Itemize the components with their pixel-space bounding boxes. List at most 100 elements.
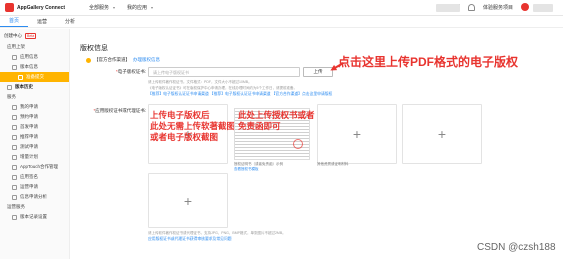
request-icon (12, 104, 17, 110)
app-info-icon (12, 54, 17, 60)
all-services-menu[interactable]: 全部服务 ▾ (89, 4, 115, 11)
upload-slot-3[interactable]: + (317, 104, 397, 164)
tab-operations[interactable]: 运营 (28, 18, 56, 27)
submit-icon (18, 74, 23, 80)
sidebar-item-label: 应用签名 (20, 174, 38, 179)
cert-hint-2: 《电子版权认证证书》可在版权保护中心申请办理，在线办理时间约为5个工作日，请提前… (148, 86, 297, 90)
test-icon (12, 144, 17, 150)
avatar[interactable] (521, 3, 529, 11)
cert-hint-links[interactable]: 【推荐】电子版权认证证书申请渠道 【推荐】电子版权认证证书申请渠道 【官方合作渠… (148, 92, 332, 97)
sidebar-item-recommend[interactable]: 推荐申请 (0, 132, 69, 142)
sidebar-item-first-launch[interactable]: 首发申请 (0, 122, 69, 132)
sidebar-item-label: 应用信息 (20, 54, 38, 59)
brand-logo[interactable]: AppGallery Connect (5, 3, 67, 12)
version-icon (12, 64, 17, 70)
info-dot-icon (86, 57, 91, 63)
cert-hint-1: 请上传软件著作权证书。文件格式：PDF，文件大小不超过10MB。 (148, 80, 252, 84)
sidebar-group-label: 创建中心 (4, 33, 22, 38)
apply-copyright-link[interactable]: 办理版权信息 (133, 57, 160, 63)
sidebar-item-operations[interactable]: 运营申请 (0, 182, 69, 192)
chevron-down-icon: ▾ (151, 5, 154, 10)
sidebar-item-version-history[interactable]: 版本历史 (0, 82, 69, 92)
sidebar-section-app[interactable]: 应用上架 (0, 42, 69, 52)
sidebar-item-info-analysis[interactable]: 信息申请分析 (0, 192, 69, 202)
sidebar-item-app-signing[interactable]: 应用签名 (0, 172, 69, 182)
sidebar-item-version-settings[interactable]: 版本记录设置 (0, 212, 69, 222)
plus-icon: + (183, 192, 193, 209)
star-icon (12, 134, 17, 140)
redacted-block (436, 4, 460, 12)
upload-slot-5[interactable]: + (148, 173, 228, 228)
sidebar-item-increment[interactable]: 增量计划 (0, 152, 69, 162)
huawei-logo-icon (5, 3, 14, 12)
sidebar-item-label: 准备提交 (26, 74, 44, 79)
sidebar-item-label: AppTouch合作管理 (20, 164, 59, 169)
tab-bar: 首页 运营 分析 (0, 16, 563, 28)
sidebar-item-prepare-submit[interactable]: 准备提交 (0, 72, 69, 82)
slot-3-caption: 其他资质或证明材料 (317, 162, 349, 166)
sidebar-section-label: 应用上架 (7, 44, 25, 49)
official-channel-row: 【官方合作渠道】 办理版权信息 (86, 57, 160, 63)
sidebar-item-app-info[interactable]: 应用信息 (0, 52, 69, 62)
sidebar-item-label: 推荐申请 (20, 134, 38, 139)
copyright-label: *应用版权证书或代理证书: (84, 108, 146, 114)
cert-label: *电子版权证书: (104, 69, 146, 75)
sidebar-item-label: 信息申请分析 (20, 194, 47, 199)
plus-icon: + (352, 126, 362, 142)
all-services-label: 全部服务 (89, 5, 110, 11)
analysis-icon (12, 194, 17, 200)
sidebar-item-services[interactable]: 服务 (0, 92, 69, 102)
sidebar-item-test[interactable]: 测试申请 (0, 142, 69, 152)
brand-name: AppGallery Connect (17, 4, 66, 11)
sidebar-item-version-info[interactable]: 版本信息 (0, 62, 69, 72)
upload-slot-4[interactable]: + (402, 104, 482, 164)
project-label[interactable]: 体验服务项目 (483, 4, 513, 11)
tab-home[interactable]: 首页 (0, 17, 29, 27)
annotation-note-2: 此处上传授权书或者 免责函即可 (238, 110, 315, 131)
sidebar-item-label: 服务 (7, 94, 16, 99)
template-link[interactable]: 查看授权书模板 (234, 167, 259, 172)
page-title: 版权信息 (80, 45, 108, 52)
calendar-icon (12, 114, 17, 120)
sidebar-item-label: 增量计划 (20, 154, 38, 159)
handshake-icon (12, 164, 17, 170)
bell-icon[interactable] (467, 3, 475, 11)
sidebar-item-my-requests[interactable]: 我的申请 (0, 102, 69, 112)
beta-badge: Beta (25, 33, 37, 39)
copyright-hint: 请上传软件著作权证书或代理证书，支持JPG、PNG、BMP格式，单张图片不超过2… (148, 231, 286, 235)
tab-analytics[interactable]: 分析 (56, 18, 84, 27)
sidebar-item-label: 运营申请 (20, 184, 38, 189)
top-bar: AppGallery Connect 全部服务 ▾ 我的应用 ▾ 体验服务项目 (0, 0, 563, 16)
redacted-block (533, 4, 553, 12)
flag-icon (12, 124, 17, 130)
sidebar: 创建中心 Beta 应用上架 应用信息 版本信息 准备提交 版本历史 服务 我的… (0, 29, 70, 259)
annotation-note-1: 上传电子版权后 此处无需上传软著截图 或者电子版权截图 (150, 110, 236, 142)
plus-icon: + (437, 126, 447, 142)
sidebar-group-create[interactable]: 创建中心 Beta (0, 29, 69, 42)
operations-icon (12, 184, 17, 190)
copyright-requirements-link[interactable]: 应用版权证书或代理证书获得审核要求及常见问题 (148, 237, 232, 242)
settings-icon (12, 214, 17, 220)
signature-icon (12, 174, 17, 180)
plan-icon (12, 154, 17, 160)
top-right-tools: 体验服务项目 (452, 3, 529, 11)
watermark: CSDN @czsh188 (477, 242, 556, 253)
sidebar-item-apptouch[interactable]: AppTouch合作管理 (0, 162, 69, 172)
chevron-down-icon: ▾ (113, 5, 116, 10)
sidebar-item-label: 版本信息 (20, 64, 38, 69)
sidebar-item-label: 首发申请 (20, 124, 38, 129)
sidebar-item-reservation[interactable]: 预约申请 (0, 112, 69, 122)
copyright-label-text: 应用版权证书或代理证书: (95, 108, 146, 113)
history-icon (7, 84, 12, 90)
annotation-callout: 点击这里上传PDF格式的电子版权 (338, 55, 519, 69)
my-projects-menu[interactable]: 我的应用 ▾ (127, 4, 153, 11)
sidebar-item-label: 版本历史 (15, 84, 33, 89)
sidebar-item-label: 运营服务 (7, 204, 25, 209)
sidebar-item-label: 版本记录设置 (20, 214, 47, 219)
sidebar-item-op-services[interactable]: 运营服务 (0, 202, 69, 212)
cert-input[interactable]: 请上传电子版权证书 (148, 67, 300, 77)
sidebar-item-label: 预约申请 (20, 114, 38, 119)
sidebar-item-label: 我的申请 (20, 104, 38, 109)
sidebar-item-label: 测试申请 (20, 144, 38, 149)
my-projects-label: 我的应用 (127, 5, 148, 11)
